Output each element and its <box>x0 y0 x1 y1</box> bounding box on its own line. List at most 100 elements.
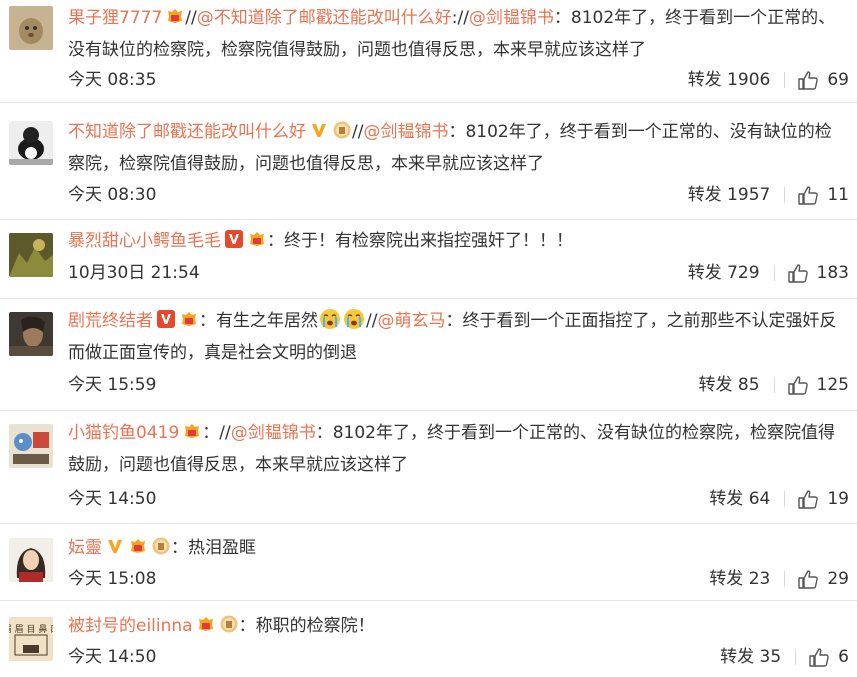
crying-emoji-icon <box>318 307 342 331</box>
verified-v-icon[interactable] <box>224 229 244 249</box>
like-count: 6 <box>838 647 849 667</box>
comment-item: 剧荒终结者 ：有生之年居然//@萌玄马：终于看到一个正面指控了，之前那些不认定强奸… <box>0 299 857 411</box>
mention-link[interactable]: @剑韫锦书 <box>231 423 316 443</box>
repost-label: 转发 <box>687 70 722 90</box>
repost-label: 转发 <box>720 647 755 667</box>
text-segment: ：热泪盈眶 <box>171 538 256 558</box>
mention-link[interactable]: @剑韫锦书 <box>363 122 448 142</box>
text-segment: ：终于！有检察院出来指控强奸了！！！ <box>267 231 573 251</box>
verified-v-icon[interactable] <box>156 309 176 329</box>
text-segment: // <box>185 8 197 28</box>
like-button[interactable]: 29 <box>797 567 849 591</box>
avatar-text: 眉 眉 目 鼻 口 <box>9 623 53 635</box>
fan-badge-icon[interactable] <box>219 614 239 634</box>
username-link[interactable]: 剧荒终结者 <box>68 311 153 331</box>
thumbs-up-icon <box>798 570 819 589</box>
mention-link[interactable]: @剑韫锦书 <box>469 8 554 28</box>
repost-label: 转发 <box>709 489 744 509</box>
repost-count: 729 <box>727 263 760 283</box>
comment-time: 10月30日 21:54 <box>68 263 200 283</box>
crying-emoji-icon <box>342 307 366 331</box>
divider <box>784 491 786 507</box>
repost-button[interactable]: 转发 64 <box>709 487 770 511</box>
repost-label: 转发 <box>687 185 722 205</box>
divider <box>784 187 786 203</box>
text-segment: ：// <box>202 423 231 443</box>
comment-time: 今天 14:50 <box>68 647 157 667</box>
username-link[interactable]: 小猫钓鱼0419 <box>68 423 179 443</box>
like-count: 125 <box>816 375 849 395</box>
verified-v-icon[interactable] <box>309 120 329 140</box>
text-segment: // <box>366 311 378 331</box>
repost-count: 23 <box>748 569 771 589</box>
mention-link[interactable]: @不知道除了邮戳还能改叫什么好 <box>197 8 452 28</box>
text-segment: // <box>352 122 364 142</box>
divider <box>784 72 786 88</box>
username-link[interactable]: 不知道除了邮戳还能改叫什么好 <box>68 122 306 142</box>
like-button[interactable]: 69 <box>797 68 849 92</box>
repost-label: 转发 <box>709 569 744 589</box>
like-count: 19 <box>827 489 849 509</box>
username-link[interactable]: 暴烈甜心小鳄鱼毛毛 <box>68 231 221 251</box>
like-button[interactable]: 125 <box>787 373 849 397</box>
like-button[interactable]: 6 <box>808 645 849 669</box>
like-button[interactable]: 19 <box>797 487 849 511</box>
comment-body: ：终于！有检察院出来指控强奸了！！！ <box>267 231 573 251</box>
avatar[interactable] <box>9 6 53 50</box>
member-badge-icon[interactable] <box>196 614 216 634</box>
avatar[interactable] <box>9 121 53 165</box>
member-badge-icon[interactable] <box>179 309 199 329</box>
repost-button[interactable]: 转发 35 <box>720 645 781 669</box>
member-badge-icon[interactable] <box>128 536 148 556</box>
repost-count: 1957 <box>727 185 771 205</box>
verified-v-icon[interactable] <box>105 536 125 556</box>
like-count: 29 <box>827 569 849 589</box>
repost-button[interactable]: 转发 1957 <box>688 183 771 207</box>
mention-link[interactable]: @萌玄马 <box>377 311 445 331</box>
thumbs-up-icon <box>798 186 819 205</box>
thumbs-up-icon <box>787 264 808 283</box>
text-segment: :// <box>451 8 469 28</box>
avatar[interactable] <box>9 424 53 468</box>
comment-item: 不知道除了邮戳还能改叫什么好//@剑韫锦书：8102年了，终于看到一个正常的、没… <box>0 103 857 220</box>
like-count: 11 <box>827 185 849 205</box>
repost-button[interactable]: 转发 85 <box>699 373 760 397</box>
member-badge-icon[interactable] <box>247 229 267 249</box>
divider <box>773 377 775 393</box>
member-badge-icon[interactable] <box>165 6 185 26</box>
thumbs-up-icon <box>798 71 819 90</box>
divider <box>773 265 775 281</box>
like-button[interactable]: 11 <box>797 183 849 207</box>
repost-count: 35 <box>759 647 782 667</box>
avatar[interactable] <box>9 233 53 277</box>
text-segment: ：称职的检察院！ <box>238 616 375 636</box>
comment-time: 今天 08:35 <box>68 70 157 90</box>
repost-count: 85 <box>737 375 760 395</box>
repost-button[interactable]: 转发 1906 <box>688 68 771 92</box>
like-count: 69 <box>827 70 849 90</box>
username-link[interactable]: 妘靈 <box>68 538 102 558</box>
avatar[interactable] <box>9 538 53 582</box>
like-count: 183 <box>816 263 849 283</box>
comment-body: ：称职的检察院！ <box>239 616 375 636</box>
thumbs-up-icon <box>787 376 808 395</box>
comment-item: 果子狸7777//@不知道除了邮戳还能改叫什么好://@剑韫锦书：8102年了，… <box>0 0 857 103</box>
member-badge-icon[interactable] <box>182 421 202 441</box>
comment-item: 小猫钓鱼0419 ：//@剑韫锦书：8102年了，终于看到一个正常的、没有缺位的检… <box>0 411 857 524</box>
thumbs-up-icon <box>798 490 819 509</box>
repost-label: 转发 <box>698 375 733 395</box>
repost-label: 转发 <box>687 263 722 283</box>
username-link[interactable]: 果子狸7777 <box>68 8 162 28</box>
fan-badge-icon[interactable] <box>332 120 352 140</box>
fan-badge-icon[interactable] <box>151 536 171 556</box>
avatar[interactable]: 眉 眉 目 鼻 口 <box>9 617 53 661</box>
repost-button[interactable]: 转发 729 <box>688 261 760 285</box>
username-link[interactable]: 被封号的eilinna <box>68 616 193 636</box>
like-button[interactable]: 183 <box>787 261 849 285</box>
avatar[interactable] <box>9 312 53 356</box>
comment-time: 今天 15:59 <box>68 375 157 395</box>
divider <box>795 649 797 665</box>
repost-button[interactable]: 转发 23 <box>709 567 770 591</box>
comment-time: 今天 14:50 <box>68 489 157 509</box>
thumbs-up-icon <box>809 648 829 667</box>
